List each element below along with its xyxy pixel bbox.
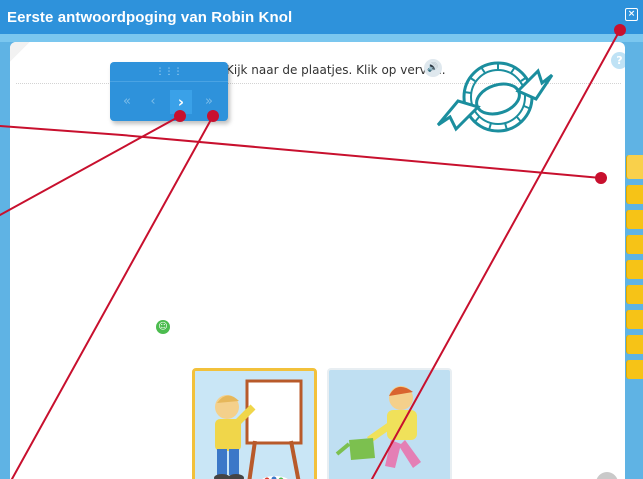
last-button[interactable]: »: [198, 90, 220, 114]
candy-icon: [436, 61, 554, 133]
side-tab[interactable]: [626, 285, 643, 304]
side-tab[interactable]: [626, 185, 643, 204]
choice-painting[interactable]: [192, 368, 317, 479]
side-tab[interactable]: [626, 235, 643, 254]
prev-button[interactable]: ‹: [142, 90, 164, 114]
close-button[interactable]: ×: [625, 8, 638, 21]
window-titlebar: Eerste antwoordpoging van Robin Knol ×: [0, 0, 643, 34]
painting-child-image: [195, 371, 314, 479]
ok-button[interactable]: OK: [596, 472, 618, 479]
side-tab[interactable]: [626, 210, 643, 229]
drag-handle[interactable]: ⋮⋮⋮: [110, 62, 228, 82]
first-button[interactable]: «: [116, 90, 138, 114]
side-tab[interactable]: [626, 310, 643, 329]
side-tab[interactable]: [626, 335, 643, 354]
exercise-panel: Kijk naar de plaatjes. Klik op verven. 🔊…: [10, 42, 625, 479]
instruction-text: Kijk naar de plaatjes. Klik op verven.: [226, 63, 446, 77]
next-button[interactable]: ›: [170, 90, 192, 114]
window-title: Eerste antwoordpoging van Robin Knol: [7, 8, 293, 26]
help-button[interactable]: ?: [611, 52, 625, 69]
correct-smiley-icon: ☺: [156, 320, 170, 334]
page-corner: [10, 42, 30, 62]
subbar: [0, 34, 643, 42]
side-tab[interactable]: [626, 260, 643, 279]
side-tabs: [626, 155, 643, 410]
side-tab[interactable]: [626, 360, 643, 379]
choice-watering[interactable]: [327, 368, 452, 479]
navigation-widget[interactable]: ⋮⋮⋮ « ‹ › »: [110, 62, 228, 121]
watering-child-image: [329, 370, 450, 479]
side-tab[interactable]: [626, 155, 643, 179]
